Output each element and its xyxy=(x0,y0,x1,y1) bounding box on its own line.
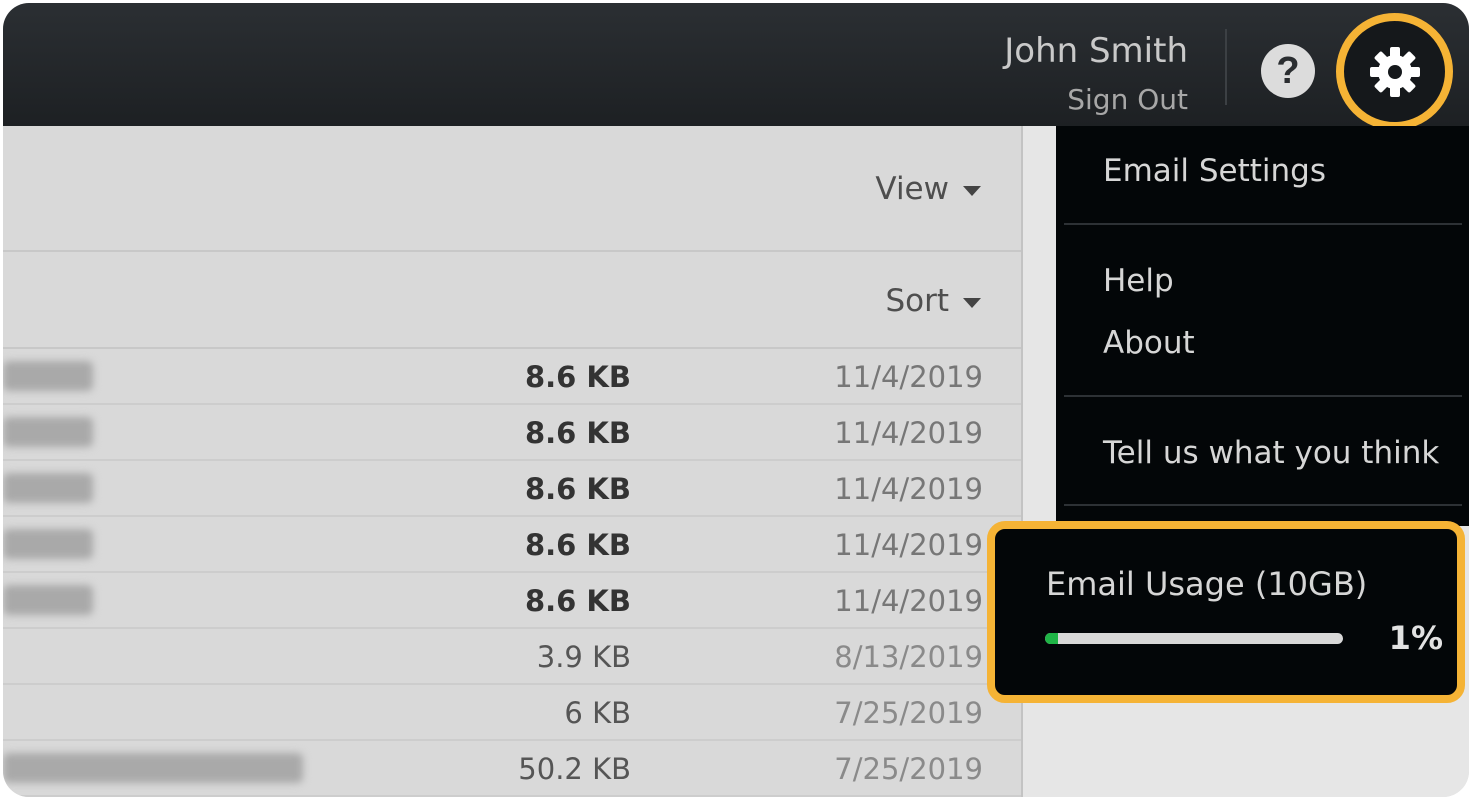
email-usage-title: Email Usage (10GB) xyxy=(1046,565,1368,603)
menu-item-about[interactable]: About xyxy=(1103,325,1195,361)
message-subject-redacted xyxy=(3,417,93,447)
table-row[interactable]: 50.2 KB 7/25/2019 xyxy=(3,741,1021,797)
view-label: View xyxy=(875,171,949,207)
settings-button[interactable] xyxy=(1336,13,1453,130)
message-list-pane: View Sort 8.6 KB 11/4/2019 8.6 KB 11/4/2019… xyxy=(3,126,1023,797)
sort-label: Sort xyxy=(885,283,949,319)
menu-divider xyxy=(1064,223,1462,225)
app-window: John Smith Sign Out ? View Sort 8.6 KB 1… xyxy=(3,3,1469,797)
help-icon[interactable]: ? xyxy=(1261,44,1315,98)
message-subject-redacted xyxy=(3,473,93,503)
message-date: 11/4/2019 xyxy=(834,584,983,618)
table-row[interactable]: 8.6 KB 11/4/2019 xyxy=(3,573,1021,629)
message-subject-redacted xyxy=(3,529,93,559)
message-date: 11/4/2019 xyxy=(834,416,983,450)
message-subject-redacted xyxy=(3,585,93,615)
email-usage-percent: 1% xyxy=(1388,619,1443,657)
caret-down-icon xyxy=(963,297,981,308)
message-date: 11/4/2019 xyxy=(834,472,983,506)
view-dropdown[interactable]: View xyxy=(875,171,981,207)
table-row[interactable]: 3.9 KB 8/13/2019 xyxy=(3,629,1021,685)
message-date: 11/4/2019 xyxy=(834,360,983,394)
table-row[interactable]: 8.6 KB 11/4/2019 xyxy=(3,349,1021,405)
message-size: 8.6 KB xyxy=(524,472,631,506)
table-row[interactable]: 8.6 KB 11/4/2019 xyxy=(3,461,1021,517)
menu-item-help[interactable]: Help xyxy=(1103,263,1174,299)
message-size: 8.6 KB xyxy=(524,416,631,450)
menu-item-feedback[interactable]: Tell us what you think xyxy=(1103,435,1439,471)
email-usage-panel: Email Usage (10GB) 1% xyxy=(987,521,1465,703)
message-date: 7/25/2019 xyxy=(834,696,983,730)
header-divider xyxy=(1225,29,1227,105)
message-size: 8.6 KB xyxy=(524,584,631,618)
message-subject-redacted xyxy=(3,753,303,783)
message-subject-redacted xyxy=(3,361,93,391)
sign-out-link[interactable]: Sign Out xyxy=(1067,83,1188,116)
toolbar-divider xyxy=(3,250,1021,252)
message-size: 6 KB xyxy=(564,696,631,730)
email-usage-bar xyxy=(1045,633,1343,644)
table-row[interactable]: 8.6 KB 11/4/2019 xyxy=(3,405,1021,461)
message-size: 8.6 KB xyxy=(524,360,631,394)
top-bar: John Smith Sign Out ? xyxy=(3,3,1469,130)
message-date: 8/13/2019 xyxy=(834,640,983,674)
email-usage-bar-fill xyxy=(1045,633,1059,644)
caret-down-icon xyxy=(963,185,981,196)
settings-menu: Email Settings Help About Tell us what y… xyxy=(1056,126,1469,526)
message-size: 8.6 KB xyxy=(524,528,631,562)
menu-divider xyxy=(1064,395,1462,397)
message-date: 11/4/2019 xyxy=(834,528,983,562)
menu-divider xyxy=(1064,504,1462,506)
table-row[interactable]: 8.6 KB 11/4/2019 xyxy=(3,517,1021,573)
gear-icon xyxy=(1370,47,1420,97)
sort-dropdown[interactable]: Sort xyxy=(885,283,981,319)
message-size: 3.9 KB xyxy=(536,640,631,674)
message-date: 7/25/2019 xyxy=(834,752,983,786)
table-row[interactable]: 6 KB 7/25/2019 xyxy=(3,685,1021,741)
message-size: 50.2 KB xyxy=(518,752,631,786)
menu-item-email-settings[interactable]: Email Settings xyxy=(1103,153,1326,189)
user-name: John Smith xyxy=(1004,31,1188,71)
